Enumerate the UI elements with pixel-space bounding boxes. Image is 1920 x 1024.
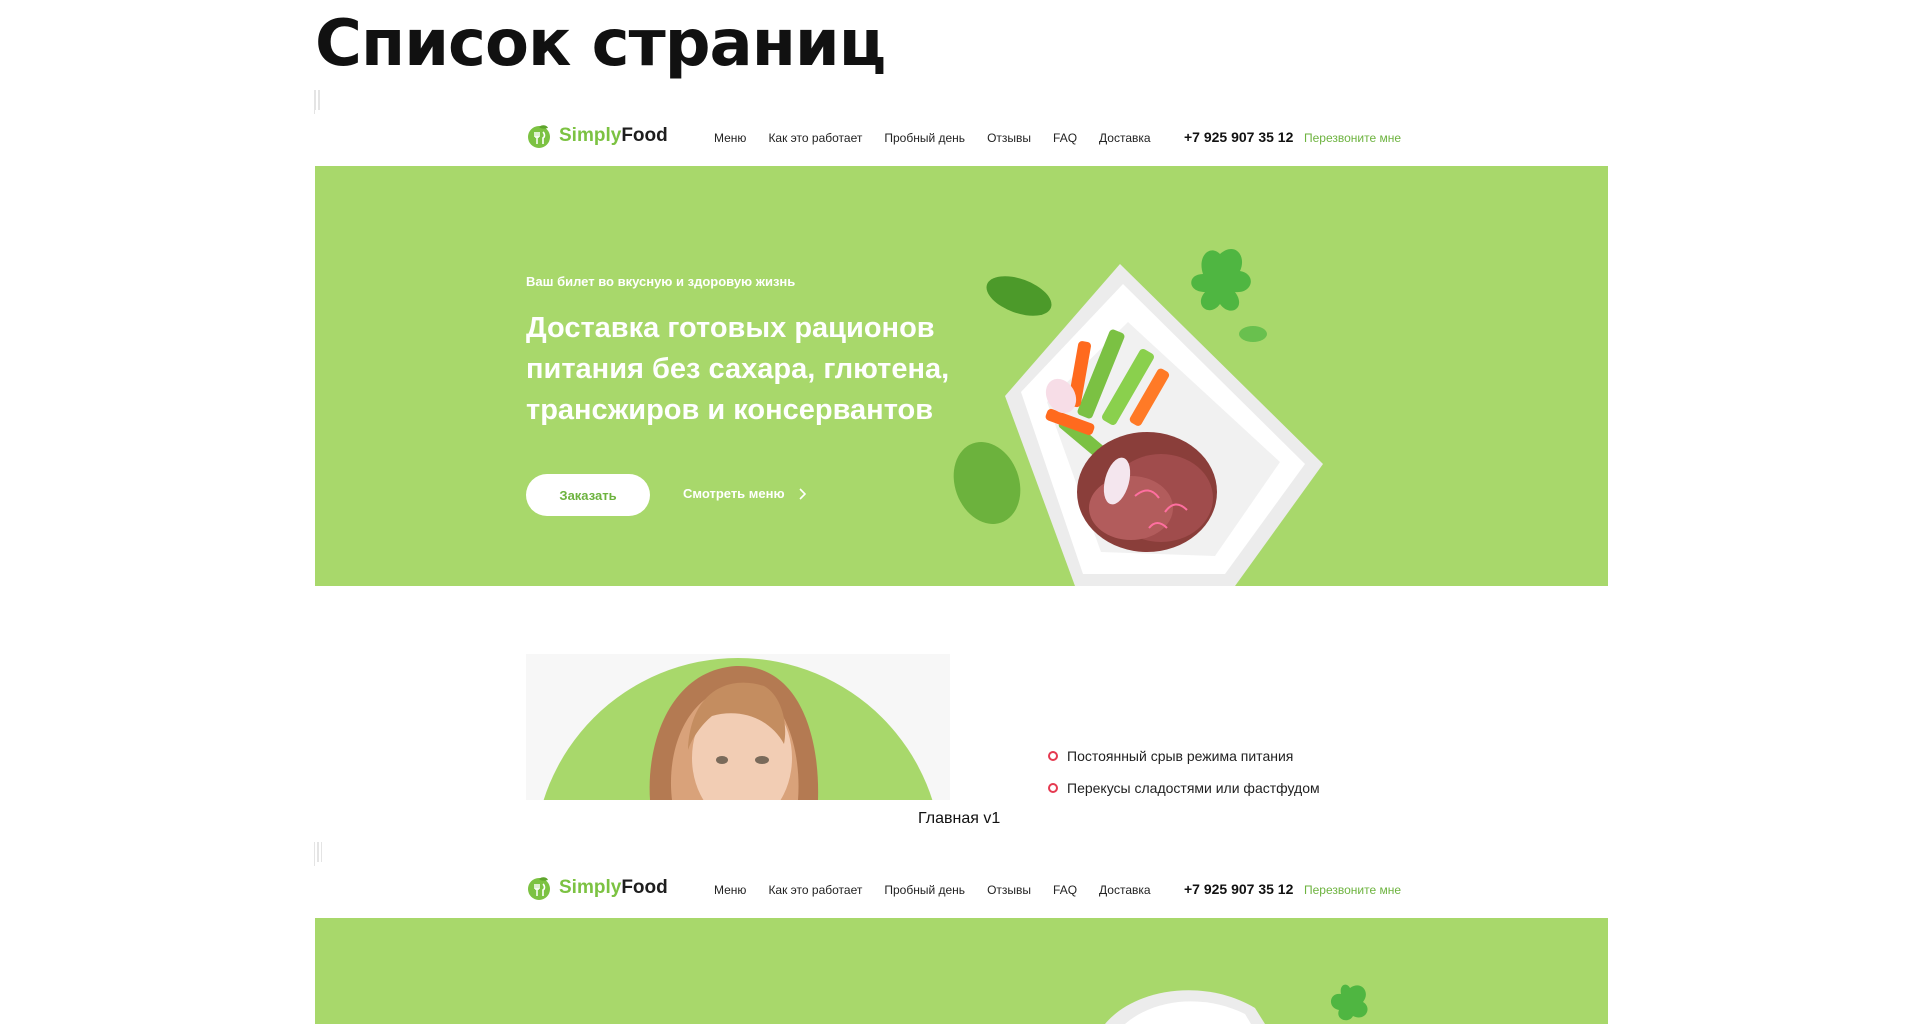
- bullet-icon: [1048, 751, 1058, 761]
- food-container-image: [953, 249, 1323, 586]
- phone-number[interactable]: +7 925 907 35 12: [1184, 129, 1293, 145]
- logo-icon: [528, 125, 550, 148]
- site-logo[interactable]: SimplyFood: [526, 123, 668, 149]
- site-logo[interactable]: SimplyFood: [526, 875, 668, 901]
- page-preview-card[interactable]: SimplyFood Меню Как это работает Пробный…: [315, 862, 1608, 1024]
- woman-photo: [526, 654, 950, 800]
- problems-section: Постоянный срыв режима питания Перекусы …: [315, 586, 1608, 800]
- nav-item-trial-day[interactable]: Пробный день: [884, 883, 965, 897]
- logo-icon: [528, 877, 550, 900]
- order-button[interactable]: Заказать: [526, 474, 650, 516]
- food-container-image: [1105, 990, 1265, 1024]
- view-menu-link[interactable]: Смотреть меню: [683, 486, 807, 501]
- logo-text-simply: Simply: [559, 125, 622, 146]
- nav-item-how-it-works[interactable]: Как это работает: [768, 883, 862, 897]
- problem-text: Постоянный срыв режима питания: [1067, 748, 1294, 764]
- logo-text-food: Food: [621, 125, 668, 146]
- chevron-right-icon: [799, 487, 806, 500]
- logo-text-food: Food: [621, 877, 668, 898]
- nav-item-delivery[interactable]: Доставка: [1099, 131, 1151, 145]
- page-caption[interactable]: Главная v1: [918, 810, 1000, 828]
- phone-number[interactable]: +7 925 907 35 12: [1184, 881, 1293, 897]
- problems-list: Постоянный срыв режима питания Перекусы …: [1048, 740, 1320, 800]
- view-menu-label: Смотреть меню: [683, 486, 785, 501]
- nav-item-reviews[interactable]: Отзывы: [987, 883, 1031, 897]
- callback-link[interactable]: Перезвоните мне: [1304, 883, 1401, 897]
- main-nav: Меню Как это работает Пробный день Отзыв…: [714, 131, 1151, 145]
- problem-text: Перекусы сладостями или фастфудом: [1067, 780, 1320, 796]
- nav-item-trial-day[interactable]: Пробный день: [884, 131, 965, 145]
- bullet-icon: [1048, 783, 1058, 793]
- page-preview-card[interactable]: SimplyFood Меню Как это работает Пробный…: [315, 110, 1608, 800]
- page-title: Список страниц: [315, 7, 886, 81]
- nav-item-delivery[interactable]: Доставка: [1099, 883, 1151, 897]
- hero-tagline: Ваш билет во вкусную и здоровую жизнь: [526, 274, 796, 289]
- nav-item-menu[interactable]: Меню: [714, 131, 746, 145]
- site-header: SimplyFood Меню Как это работает Пробный…: [315, 110, 1608, 166]
- site-header: SimplyFood Меню Как это работает Пробный…: [315, 862, 1608, 918]
- callback-link[interactable]: Перезвоните мне: [1304, 131, 1401, 145]
- herb-leaf-image: [1330, 984, 1368, 1021]
- list-item: Перекусы сладостями или фастфудом: [1048, 772, 1320, 800]
- nav-item-menu[interactable]: Меню: [714, 883, 746, 897]
- hero-banner: Ваш билет во вкусную и здоровую жизнь До…: [315, 166, 1608, 586]
- nav-item-reviews[interactable]: Отзывы: [987, 131, 1031, 145]
- hero-banner: [315, 918, 1608, 1024]
- main-nav: Меню Как это работает Пробный день Отзыв…: [714, 883, 1151, 897]
- logo-text-simply: Simply: [559, 877, 622, 898]
- nav-item-faq[interactable]: FAQ: [1053, 131, 1077, 145]
- list-item: Постоянный срыв режима питания: [1048, 740, 1320, 772]
- hero-title: Доставка готовых рационов питания без са…: [526, 312, 950, 426]
- nav-item-faq[interactable]: FAQ: [1053, 883, 1077, 897]
- nav-item-how-it-works[interactable]: Как это работает: [768, 131, 862, 145]
